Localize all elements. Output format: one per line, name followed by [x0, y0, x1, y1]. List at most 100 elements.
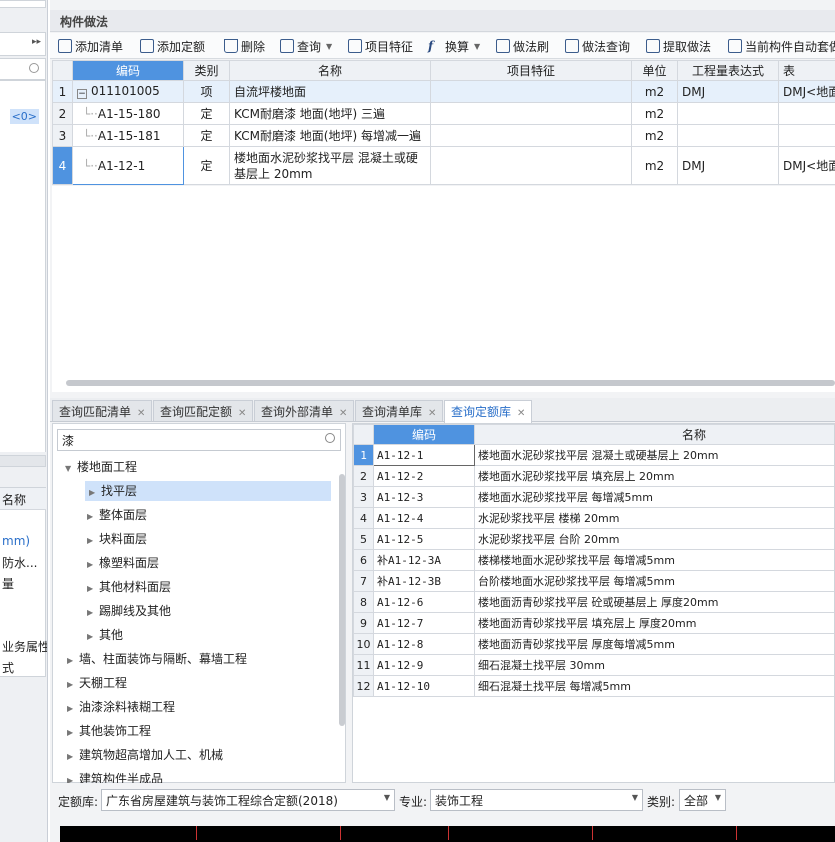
category-select[interactable]: 全部 ▼: [679, 789, 726, 811]
trash-icon: [224, 39, 238, 53]
tree-node[interactable]: ▶ 墙、柱面装饰与隔断、幕墙工程: [67, 649, 247, 669]
tab-list-library[interactable]: 查询清单库 ✕: [355, 400, 444, 421]
prop-item[interactable]: 业务属性: [2, 638, 47, 655]
col-header-feature[interactable]: 项目特征: [430, 60, 632, 81]
item-feature-button[interactable]: 项目特征: [348, 37, 413, 55]
table-row[interactable]: 2 A1-12-2 楼地面水泥砂浆找平层 填充层上 20mm: [353, 465, 834, 487]
delete-button[interactable]: 删除: [224, 37, 265, 55]
convert-button[interactable]: f 换算 ▼: [428, 37, 480, 55]
collapse-icon[interactable]: −: [77, 89, 87, 99]
caret-right-icon: ▶: [87, 608, 94, 617]
add-list-button[interactable]: 添加清单: [58, 37, 123, 55]
method-query-button[interactable]: 做法查询: [565, 37, 630, 55]
caret-right-icon: ▶: [67, 728, 74, 737]
tree-node[interactable]: ▶ 块料面层: [87, 529, 147, 549]
col-header-type[interactable]: 类别: [183, 60, 230, 81]
search-icon[interactable]: [29, 63, 39, 73]
specialty-label: 专业:: [399, 795, 428, 809]
table-row[interactable]: 10 A1-12-8 楼地面沥青砂浆找平层 厚度每增减5mm: [353, 633, 834, 655]
tree-node[interactable]: ▶ 建筑物超高增加人工、机械: [67, 745, 223, 765]
chevron-down-icon: ▼: [383, 793, 390, 802]
table-row[interactable]: 9 A1-12-7 楼地面沥青砂浆找平层 填充层上 厚度20mm: [353, 612, 834, 634]
ruler-tick: [448, 826, 449, 840]
prop-name-header: 名称: [2, 493, 27, 507]
table-row[interactable]: 1 A1-12-1 楼地面水泥砂浆找平层 混凝土或硬基层上 20mm: [353, 444, 834, 466]
tree-node[interactable]: ▶ 整体面层: [87, 505, 147, 525]
table-row[interactable]: 6 补A1-12-3A 楼梯楼地面水泥砂浆找平层 每增减5mm: [353, 549, 834, 571]
tree-node[interactable]: ▶ 建筑构件半成品: [67, 769, 163, 783]
tree-node[interactable]: ▶ 油漆涂料裱糊工程: [67, 697, 175, 717]
ruler-tick: [196, 826, 197, 840]
quota-lib-select[interactable]: 广东省房屋建筑与装饰工程综合定额(2018) ▼: [101, 789, 395, 811]
auto-apply-button[interactable]: 当前构件自动套做法: [728, 37, 835, 55]
method-query-icon: [565, 39, 579, 53]
col-header-expr[interactable]: 工程量表达式: [677, 60, 779, 81]
table-row[interactable]: 2 └··A1-15-180 定 KCM耐磨漆 地面(地坪) 三遍 m2: [52, 102, 835, 125]
tab-external-list[interactable]: 查询外部清单 ✕: [254, 400, 355, 421]
extract-icon: [646, 39, 660, 53]
extract-method-button[interactable]: 提取做法: [646, 37, 711, 55]
table-row[interactable]: 12 A1-12-10 细石混凝土找平层 每增减5mm: [353, 675, 834, 697]
prop-item[interactable]: 防水...: [2, 554, 37, 571]
tree-node[interactable]: ▶ 天棚工程: [67, 673, 127, 693]
query-button[interactable]: 查询 ▼: [280, 37, 332, 55]
tree-scrollbar[interactable]: [339, 474, 345, 726]
quota-table-container: 编码 名称 1 A1-12-1 楼地面水泥砂浆找平层 混凝土或硬基层上 20mm 2…: [352, 423, 835, 783]
method-brush-button[interactable]: 做法刷: [496, 37, 549, 55]
count-badge[interactable]: <0>: [9, 109, 39, 124]
category-label: 类别:: [647, 795, 676, 809]
add-quota-button[interactable]: 添加定额: [140, 37, 205, 55]
table-row[interactable]: 7 补A1-12-3B 台阶楼地面水泥砂浆找平层 每增减5mm: [353, 570, 834, 592]
tree-node[interactable]: ▶ 橡塑料面层: [87, 553, 159, 573]
corner-cell: [52, 60, 73, 81]
table-row[interactable]: 8 A1-12-6 楼地面沥青砂浆找平层 砼或硬基层上 厚度20mm: [353, 591, 834, 613]
table-row[interactable]: 1 −011101005 项 自流坪楼地面 m2 DMJ DMJ<地面: [52, 80, 835, 103]
tree-node[interactable]: ▼ 楼地面工程: [65, 457, 137, 477]
chevron-down-icon: ▼: [474, 41, 481, 51]
prop-item[interactable]: mm): [2, 534, 30, 548]
col-header-code[interactable]: 编码: [373, 424, 475, 445]
left-search[interactable]: [0, 58, 46, 80]
close-icon[interactable]: ✕: [238, 408, 246, 419]
table-row[interactable]: 4 └··A1-12-1 定 楼地面水泥砂浆找平层 混凝土或硬基层上 20mm …: [52, 146, 835, 185]
col-header-code[interactable]: 编码: [72, 60, 184, 81]
prop-item[interactable]: 量: [2, 575, 14, 592]
add-list-icon: [58, 39, 72, 53]
caret-right-icon: ▶: [67, 752, 74, 761]
table-row[interactable]: 3 A1-12-3 楼地面水泥砂浆找平层 每增减5mm: [353, 486, 834, 508]
horizontal-scrollbar[interactable]: [66, 380, 835, 386]
table-row[interactable]: 11 A1-12-9 细石混凝土找平层 30mm: [353, 654, 834, 676]
close-icon[interactable]: ✕: [339, 408, 347, 419]
tree-search-input[interactable]: 漆: [57, 429, 341, 451]
tree-line: └··: [83, 158, 98, 173]
col-header-unit[interactable]: 单位: [631, 60, 678, 81]
left-props: 名称 mm) 防水... 量 业务属性 式: [0, 487, 47, 677]
panel-title: 构件做法: [50, 10, 835, 32]
close-icon[interactable]: ✕: [517, 408, 525, 419]
tab-match-quota[interactable]: 查询匹配定额 ✕: [153, 400, 254, 421]
table-row[interactable]: 4 A1-12-4 水泥砂浆找平层 楼梯 20mm: [353, 507, 834, 529]
col-header-expr2[interactable]: 表: [778, 60, 835, 81]
close-icon[interactable]: ✕: [428, 408, 436, 419]
method-table: 编码 类别 名称 项目特征 单位 工程量表达式 表 1 −011101005 项…: [52, 60, 835, 185]
col-header-name[interactable]: 名称: [229, 60, 431, 81]
specialty-select[interactable]: 装饰工程 ▼: [430, 789, 643, 811]
auto-apply-icon: [728, 39, 742, 53]
tree-node[interactable]: ▶ 其他装饰工程: [67, 721, 151, 741]
query-tabs: 查询匹配清单 ✕ 查询匹配定额 ✕ 查询外部清单 ✕ 查询清单库 ✕ 查询定额库 ✕: [50, 398, 835, 423]
search-icon[interactable]: [325, 433, 335, 443]
table-row[interactable]: 3 └··A1-15-181 定 KCM耐磨漆 地面(地坪) 每增减一遍 m2: [52, 124, 835, 147]
tree-node[interactable]: ▶ 其他材料面层: [87, 577, 171, 597]
tab-match-list[interactable]: 查询匹配清单 ✕: [52, 400, 153, 421]
prop-item[interactable]: 式: [2, 659, 14, 676]
caret-right-icon: ▶: [89, 488, 96, 497]
tree-node[interactable]: ▶ 踢脚线及其他: [87, 601, 171, 621]
left-input[interactable]: ▸▸: [0, 32, 46, 56]
double-arrow-icon[interactable]: ▸▸: [32, 37, 41, 47]
col-header-name[interactable]: 名称: [474, 424, 834, 445]
close-icon[interactable]: ✕: [137, 408, 145, 419]
tree-node-selected[interactable]: ▶ 找平层: [85, 481, 331, 501]
table-row[interactable]: 5 A1-12-5 水泥砂浆找平层 台阶 20mm: [353, 528, 834, 550]
tree-node[interactable]: ▶ 其他: [87, 625, 123, 645]
tab-quota-library[interactable]: 查询定额库 ✕: [444, 400, 533, 423]
